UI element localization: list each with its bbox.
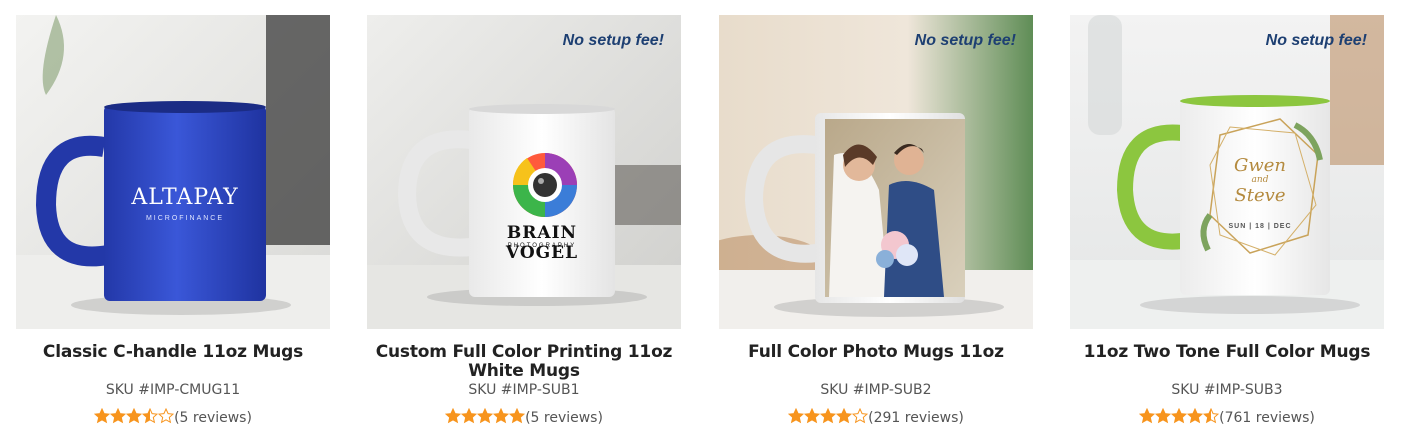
star-icon — [820, 408, 837, 424]
product-sku: SKU #IMP-SUB2 — [820, 382, 932, 398]
star-icon — [788, 408, 805, 424]
product-rating[interactable]: (291 reviews) — [719, 408, 1033, 429]
product-image[interactable]: No setup fee! — [719, 15, 1033, 329]
product-title[interactable]: Full Color Photo Mugs 11oz — [719, 343, 1033, 381]
star-icon — [142, 408, 159, 424]
product-title[interactable]: Custom Full Color Printing 11oz White Mu… — [367, 343, 681, 381]
star-rating — [94, 408, 175, 429]
product-sku: SKU #IMP-SUB3 — [1171, 382, 1283, 398]
product-rating[interactable]: (5 reviews) — [367, 408, 681, 429]
star-rating — [1139, 408, 1220, 429]
star-icon — [1171, 408, 1188, 424]
star-icon — [461, 408, 478, 424]
print-date: SUN | 18 | DEC — [1228, 223, 1292, 230]
star-icon — [804, 408, 821, 424]
star-icon — [1139, 408, 1156, 424]
star-icon — [1203, 408, 1220, 424]
star-icon — [445, 408, 462, 424]
print-line-3: Steve — [1234, 185, 1286, 206]
star-icon — [509, 408, 526, 424]
no-setup-fee-badge: No setup fee! — [1265, 32, 1367, 49]
star-icon — [852, 408, 869, 424]
star-icon — [1155, 408, 1172, 424]
product-sku: SKU #IMP-SUB1 — [468, 382, 580, 398]
product-card[interactable]: No setup fee! Full Color Photo Mugs 11oz… — [719, 15, 1033, 429]
review-count[interactable]: (761 reviews) — [1219, 410, 1315, 426]
product-card[interactable]: ALTAPAY MICROFINANCE Classic C-handle 11… — [16, 15, 330, 429]
product-card[interactable]: BRAIN VOGEL PHOTOGRAPHY No setup fee! Cu… — [367, 15, 681, 429]
review-count[interactable]: (291 reviews) — [868, 410, 964, 426]
product-card[interactable]: Gwen and Steve SUN | 18 | DEC No setup f… — [1070, 15, 1384, 429]
star-icon — [493, 408, 510, 424]
review-count[interactable]: (5 reviews) — [174, 410, 252, 426]
print-subtitle: PHOTOGRAPHY — [507, 243, 577, 249]
print-subtitle: MICROFINANCE — [145, 215, 225, 222]
no-setup-fee-badge: No setup fee! — [562, 32, 664, 49]
star-rating — [788, 408, 869, 429]
review-count[interactable]: (5 reviews) — [525, 410, 603, 426]
star-icon — [126, 408, 143, 424]
star-icon — [110, 408, 127, 424]
print-line-1: Gwen — [1233, 155, 1287, 176]
product-title[interactable]: Classic C-handle 11oz Mugs — [16, 343, 330, 381]
print-brand: ALTAPAY — [131, 185, 239, 210]
product-image[interactable]: BRAIN VOGEL PHOTOGRAPHY No setup fee! — [367, 15, 681, 329]
product-image[interactable]: Gwen and Steve SUN | 18 | DEC No setup f… — [1070, 15, 1384, 329]
product-title[interactable]: 11oz Two Tone Full Color Mugs — [1070, 343, 1384, 381]
product-rating[interactable]: (5 reviews) — [16, 408, 330, 429]
star-icon — [1187, 408, 1204, 424]
star-icon — [477, 408, 494, 424]
product-image[interactable]: ALTAPAY MICROFINANCE — [16, 15, 330, 329]
print-line-2: and — [1251, 175, 1269, 185]
star-icon — [94, 408, 111, 424]
star-icon — [836, 408, 853, 424]
star-icon — [158, 408, 175, 424]
product-sku: SKU #IMP-CMUG11 — [105, 382, 241, 398]
star-rating — [445, 408, 526, 429]
product-rating[interactable]: (761 reviews) — [1070, 408, 1384, 429]
no-setup-fee-badge: No setup fee! — [914, 32, 1016, 49]
